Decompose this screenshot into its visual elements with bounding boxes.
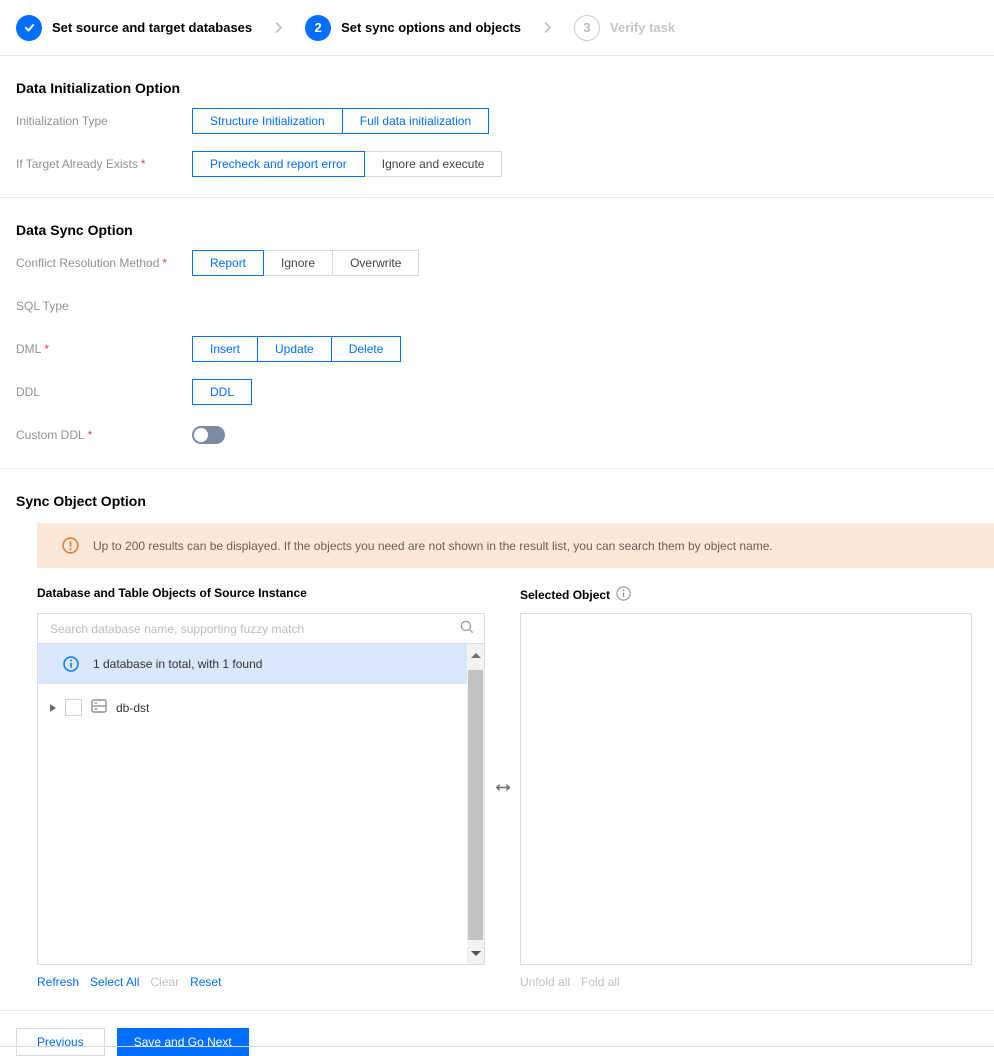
source-objects-panel: 1 database in total, with 1 found db-dst: [37, 613, 485, 965]
triangle-up-icon: [470, 652, 481, 658]
search-icon[interactable]: [459, 619, 475, 638]
data-initialization-form: Initialization Type Structure Initializa…: [0, 108, 994, 177]
warning-icon: [62, 537, 79, 554]
database-icon: [91, 699, 107, 716]
notice-text: Up to 200 results can be displayed. If t…: [93, 538, 773, 553]
dml-group: Insert Update Delete: [192, 336, 402, 362]
unfold-all-link: Unfold all: [520, 975, 571, 989]
previous-button[interactable]: Previous: [16, 1028, 105, 1056]
page-bottom-edge: [0, 1046, 994, 1047]
conflict-resolution-group: Report Ignore Overwrite: [192, 250, 420, 276]
section-title-data-initialization: Data Initialization Option: [16, 80, 181, 96]
source-panel-title: Database and Table Objects of Source Ins…: [37, 586, 307, 600]
scrollbar: [467, 644, 484, 964]
required-mark: *: [44, 342, 50, 356]
conflict-resolution-label: Conflict Resolution Method: [16, 256, 160, 270]
refresh-link[interactable]: Refresh: [37, 975, 79, 989]
section-title-data-sync: Data Sync Option: [16, 222, 133, 238]
panel-actions: Refresh Select All Clear Reset Unfold al…: [37, 975, 994, 989]
conflict-overwrite-button[interactable]: Overwrite: [332, 250, 420, 276]
dml-insert-button[interactable]: Insert: [192, 336, 259, 362]
data-sync-form: Conflict Resolution Method * Report Ignor…: [0, 250, 994, 448]
step-3-number-badge: 3: [574, 14, 601, 41]
select-all-link[interactable]: Select All: [90, 975, 139, 989]
database-name: db-dst: [116, 700, 150, 715]
required-mark: *: [162, 256, 168, 270]
row-custom-ddl: Custom DDL *: [0, 422, 994, 448]
dml-update-button[interactable]: Update: [257, 336, 332, 362]
swap-arrow-icon: [495, 782, 511, 796]
row-conflict-resolution: Conflict Resolution Method * Report Ignor…: [0, 250, 994, 276]
row-ddl: DDL DDL: [0, 379, 994, 405]
initialization-type-label: Initialization Type: [16, 114, 108, 128]
step-source-target[interactable]: Set source and target databases: [16, 14, 253, 41]
tree-row-database[interactable]: db-dst: [50, 699, 484, 716]
row-sql-type: SQL Type: [0, 293, 994, 319]
structure-initialization-button[interactable]: Structure Initialization: [192, 108, 343, 134]
step-separator-icon: [543, 20, 552, 35]
clear-link: Clear: [150, 975, 180, 989]
section-title-sync-object: Sync Object Option: [16, 493, 146, 509]
scrollbar-up-button[interactable]: [467, 644, 484, 666]
conflict-report-button[interactable]: Report: [192, 250, 265, 276]
database-checkbox[interactable]: [65, 699, 82, 716]
wizard-stepper: Set source and target databases 2 Set sy…: [0, 0, 994, 56]
required-mark: *: [87, 428, 93, 442]
expand-caret-icon[interactable]: [50, 703, 56, 712]
row-dml: DML * Insert Update Delete: [0, 336, 994, 362]
notice-banner: Up to 200 results can be displayed. If t…: [37, 523, 994, 568]
database-count-info-row: 1 database in total, with 1 found: [38, 644, 467, 684]
if-target-exists-label: If Target Already Exists: [16, 157, 138, 171]
object-selection-panels: 1 database in total, with 1 found db-dst: [37, 613, 994, 965]
custom-ddl-toggle[interactable]: [192, 426, 225, 444]
step-1-label: Set source and target databases: [52, 20, 253, 35]
selected-object-info-icon[interactable]: [616, 586, 631, 604]
sql-type-label: SQL Type: [16, 299, 69, 313]
selected-panel-title: Selected Object: [520, 588, 611, 602]
step-3-label: Verify task: [610, 20, 676, 35]
toggle-knob: [194, 428, 208, 442]
info-icon: [63, 656, 79, 672]
if-target-exists-group: Precheck and report error Ignore and exe…: [192, 151, 503, 177]
ignore-and-execute-button[interactable]: Ignore and execute: [363, 151, 503, 177]
search-input[interactable]: [48, 620, 459, 637]
step-2-label: Set sync options and objects: [341, 20, 522, 35]
dml-delete-button[interactable]: Delete: [330, 336, 402, 362]
reset-link[interactable]: Reset: [190, 975, 221, 989]
row-initialization-type: Initialization Type Structure Initializa…: [0, 108, 994, 134]
full-data-initialization-button[interactable]: Full data initialization: [341, 108, 490, 134]
ddl-group: DDL: [192, 379, 253, 405]
panel-titles: Database and Table Objects of Source Ins…: [37, 586, 994, 604]
ddl-button[interactable]: DDL: [192, 379, 253, 405]
selected-objects-panel: [520, 613, 972, 965]
save-and-go-next-button[interactable]: Save and Go Next: [116, 1028, 249, 1056]
step-done-check-icon: [16, 14, 42, 41]
triangle-down-icon: [470, 950, 481, 956]
required-mark: *: [140, 157, 146, 171]
scrollbar-down-button[interactable]: [467, 942, 484, 964]
database-count-text: 1 database in total, with 1 found: [93, 657, 263, 671]
scrollbar-thumb[interactable]: [468, 670, 483, 940]
fold-all-link: Fold all: [581, 975, 620, 989]
dml-label: DML: [16, 342, 42, 356]
ddl-label: DDL: [16, 385, 41, 399]
initialization-type-group: Structure Initialization Full data initi…: [192, 108, 490, 134]
step-2-number-badge: 2: [305, 14, 332, 41]
step-sync-options[interactable]: 2 Set sync options and objects: [305, 14, 522, 41]
search-bar: [38, 614, 484, 644]
step-verify-task: 3 Verify task: [574, 14, 676, 41]
precheck-report-error-button[interactable]: Precheck and report error: [192, 151, 365, 177]
step-separator-icon: [274, 20, 283, 35]
conflict-ignore-button[interactable]: Ignore: [263, 250, 334, 276]
row-if-target-exists: If Target Already Exists * Precheck and r…: [0, 151, 994, 177]
custom-ddl-label: Custom DDL: [16, 428, 85, 442]
footer: Previous Save and Go Next: [0, 1011, 994, 1056]
